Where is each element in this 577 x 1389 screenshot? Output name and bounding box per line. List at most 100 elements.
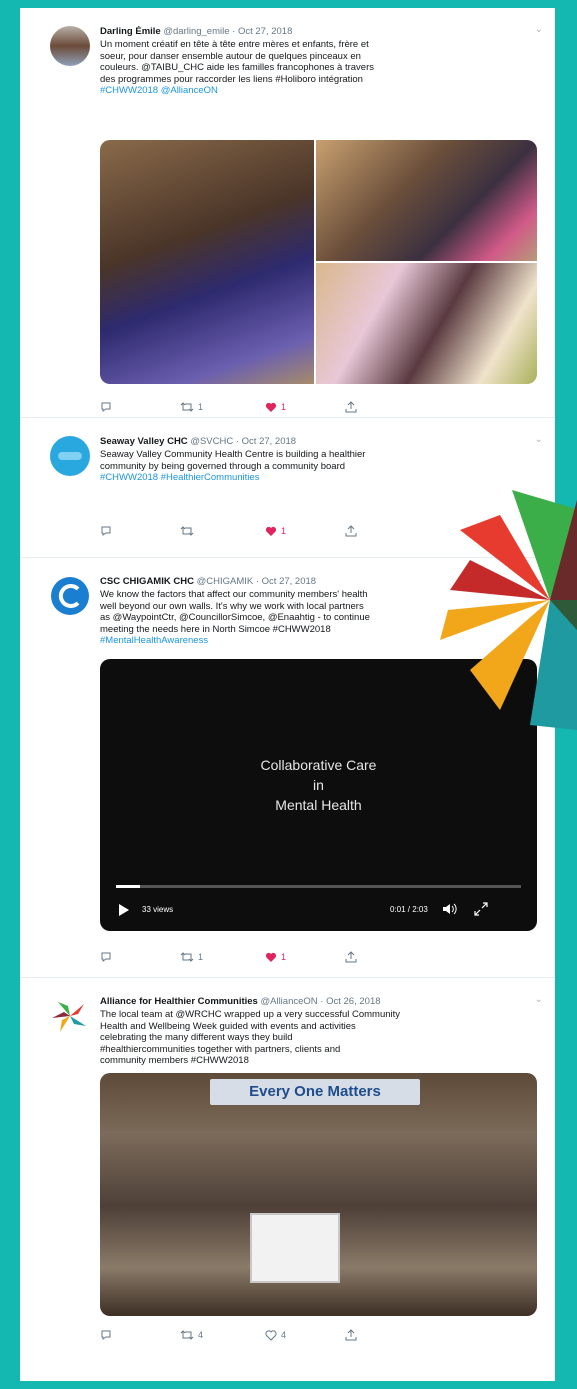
tweet-text-line: soeur, pour danser ensemble autour de qu… — [100, 50, 361, 62]
tweet-text-line: couleurs. @TAIBU_CHC aide les familles f… — [100, 62, 374, 73]
fullscreen-icon — [474, 902, 488, 916]
tweet[interactable]: Alliance for Healthier Communities @Alli… — [20, 978, 555, 1381]
photo[interactable]: Every One Matters — [100, 1073, 537, 1316]
share-button[interactable] — [345, 1328, 357, 1342]
tweet-hashtags[interactable]: #CHWW2018 @AllianceON — [100, 85, 540, 97]
like-count: 1 — [281, 952, 287, 962]
avatar[interactable] — [50, 436, 90, 476]
tweet-actions: 4 4 — [100, 1328, 400, 1342]
video-progress-bar[interactable] — [116, 885, 521, 888]
like-button[interactable]: 4 — [265, 1328, 286, 1342]
tweet-date[interactable]: Oct 27, 2018 — [238, 26, 292, 37]
tweet-text-line: des programmes pour raccorder les liens … — [100, 73, 363, 85]
photo[interactable] — [100, 140, 314, 384]
tweet-actions: 1 1 — [100, 400, 400, 414]
tweet-text-line: The local team at @WRCHC wrapped up a ve… — [100, 1009, 401, 1020]
retweet-icon — [180, 526, 194, 536]
reply-icon — [101, 526, 111, 536]
author-name[interactable]: Darling Émile — [100, 26, 161, 37]
fullscreen-button[interactable] — [474, 902, 488, 918]
photo-banner: Every One Matters — [210, 1079, 420, 1105]
retweet-button[interactable]: 1 — [180, 950, 203, 964]
share-button[interactable] — [345, 950, 357, 964]
author-handle[interactable]: @CHIGAMIK — [197, 576, 254, 587]
tweet-text-line: celebrating the many different ways they… — [100, 1032, 293, 1043]
caret-down-icon[interactable]: ⌄ — [535, 994, 543, 1005]
tweet-text-line: Un moment créatif en tête à tête entre m… — [100, 39, 369, 50]
retweet-button[interactable] — [180, 524, 198, 538]
author-name[interactable]: Alliance for Healthier Communities — [100, 996, 258, 1007]
retweet-count: 1 — [198, 952, 204, 962]
tweet-text-line: Health and Wellbeing Week guided with ev… — [100, 1020, 356, 1032]
tweet-text: Un moment créatif en tête à tête entre m… — [100, 39, 540, 97]
tweet-actions: 1 1 — [100, 950, 400, 964]
reply-button[interactable] — [100, 400, 116, 414]
play-icon — [119, 904, 129, 916]
volume-button[interactable] — [442, 902, 458, 918]
video-title-card: Collaborative Care in Mental Health — [100, 755, 537, 815]
tweet[interactable]: Darling Émile @darling_emile · Oct 27, 2… — [20, 8, 555, 418]
alliance-logo-icon — [52, 1002, 86, 1032]
share-icon — [345, 951, 357, 963]
volume-icon — [443, 903, 457, 915]
avatar[interactable] — [50, 576, 90, 616]
tweet-date[interactable]: Oct 27, 2018 — [262, 576, 316, 587]
like-count: 1 — [281, 526, 287, 536]
tweet-header: Darling Émile @darling_emile · Oct 27, 2… — [100, 26, 293, 37]
reply-button[interactable] — [100, 1328, 116, 1342]
pinwheel-logo-icon — [440, 490, 577, 730]
reply-icon — [101, 1330, 111, 1340]
tweet-date[interactable]: Oct 27, 2018 — [242, 436, 296, 447]
tweet-photo[interactable]: Every One Matters — [100, 1073, 537, 1316]
share-icon — [345, 525, 357, 537]
like-button[interactable]: 1 — [265, 524, 286, 538]
retweet-icon — [180, 952, 194, 962]
retweet-icon — [180, 1330, 194, 1340]
share-icon — [345, 401, 357, 413]
like-button[interactable]: 1 — [265, 950, 286, 964]
like-count: 4 — [281, 1330, 287, 1340]
like-button[interactable]: 1 — [265, 400, 286, 414]
heart-icon — [265, 402, 277, 412]
author-name[interactable]: Seaway Valley CHC — [100, 436, 188, 447]
tweet-text-line: #healthiercommunities together with part… — [100, 1043, 341, 1055]
tweet-header: Alliance for Healthier Communities @Alli… — [100, 996, 381, 1007]
author-handle[interactable]: @AllianceON — [260, 996, 317, 1007]
video-title-line: in — [313, 777, 324, 793]
caret-down-icon[interactable]: ⌄ — [535, 24, 543, 35]
avatar[interactable] — [50, 996, 90, 1036]
tweet-text-line: Seaway Valley Community Health Centre is… — [100, 449, 366, 460]
video-progress-fill — [116, 885, 141, 888]
photo[interactable] — [316, 140, 537, 261]
author-name[interactable]: CSC CHIGAMIK CHC — [100, 576, 194, 587]
retweet-icon — [180, 402, 194, 412]
reply-icon — [101, 402, 111, 412]
heart-icon — [265, 526, 277, 536]
share-button[interactable] — [345, 400, 357, 414]
photo-collage[interactable] — [100, 140, 537, 384]
heart-icon — [265, 1330, 277, 1341]
reply-button[interactable] — [100, 524, 116, 538]
retweet-count: 4 — [198, 1330, 204, 1340]
tweet-text-line: community members #CHWW2018 — [100, 1055, 249, 1066]
poster-board — [250, 1213, 340, 1283]
play-button[interactable] — [118, 903, 130, 919]
tweet-actions: 1 — [100, 524, 400, 538]
tweet-date[interactable]: Oct 26, 2018 — [326, 996, 380, 1007]
retweet-button[interactable]: 4 — [180, 1328, 203, 1342]
avatar[interactable] — [50, 26, 90, 66]
author-handle[interactable]: @darling_emile — [163, 26, 229, 37]
retweet-button[interactable]: 1 — [180, 400, 203, 414]
like-count: 1 — [281, 402, 287, 412]
video-controls: 33 views 0:01 / 2:03 — [100, 897, 537, 921]
photo[interactable] — [316, 263, 537, 384]
reply-button[interactable] — [100, 950, 116, 964]
video-title-line: Mental Health — [275, 797, 362, 813]
tweet-header: Seaway Valley CHC @SVCHC · Oct 27, 2018 — [100, 436, 297, 447]
caret-down-icon[interactable]: ⌄ — [535, 434, 543, 445]
video-time: 0:01 / 2:03 — [390, 905, 428, 914]
tweet-text: The local team at @WRCHC wrapped up a ve… — [100, 1009, 540, 1067]
share-button[interactable] — [345, 524, 357, 538]
video-title-line: Collaborative Care — [260, 757, 377, 773]
author-handle[interactable]: @SVCHC — [190, 436, 233, 447]
